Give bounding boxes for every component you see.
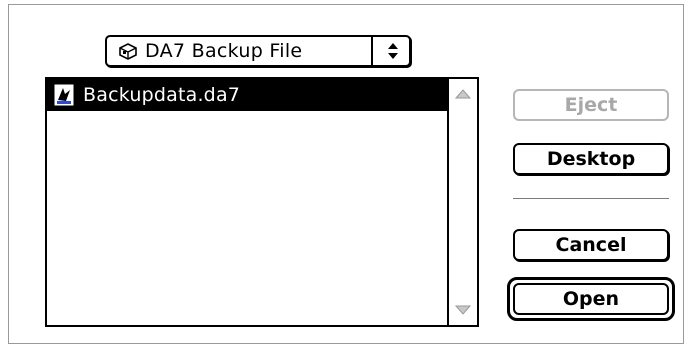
button-divider: [513, 198, 669, 199]
desktop-button[interactable]: Desktop: [513, 143, 669, 175]
popup-divider: [371, 37, 373, 65]
file-list-items: Backupdata.da7: [47, 79, 447, 325]
document-icon: [53, 84, 75, 106]
file-name: Backupdata.da7: [83, 84, 241, 106]
vertical-scrollbar[interactable]: [447, 79, 477, 325]
disk-icon: [117, 41, 139, 61]
eject-button[interactable]: Eject: [513, 89, 669, 121]
cancel-button[interactable]: Cancel: [513, 229, 669, 261]
folder-popup-menu[interactable]: DA7 Backup File: [105, 35, 411, 67]
updown-arrows-icon: [377, 37, 409, 65]
file-list-item[interactable]: Backupdata.da7: [47, 79, 447, 111]
file-list[interactable]: Backupdata.da7: [45, 77, 479, 327]
open-button[interactable]: Open: [513, 283, 669, 315]
open-file-dialog: DA7 Backup File Backupdata.da7 Eject Des…: [8, 4, 684, 344]
scroll-up-arrow-icon[interactable]: [449, 79, 477, 109]
folder-popup-label: DA7 Backup File: [145, 40, 303, 62]
scroll-down-arrow-icon[interactable]: [449, 295, 477, 325]
